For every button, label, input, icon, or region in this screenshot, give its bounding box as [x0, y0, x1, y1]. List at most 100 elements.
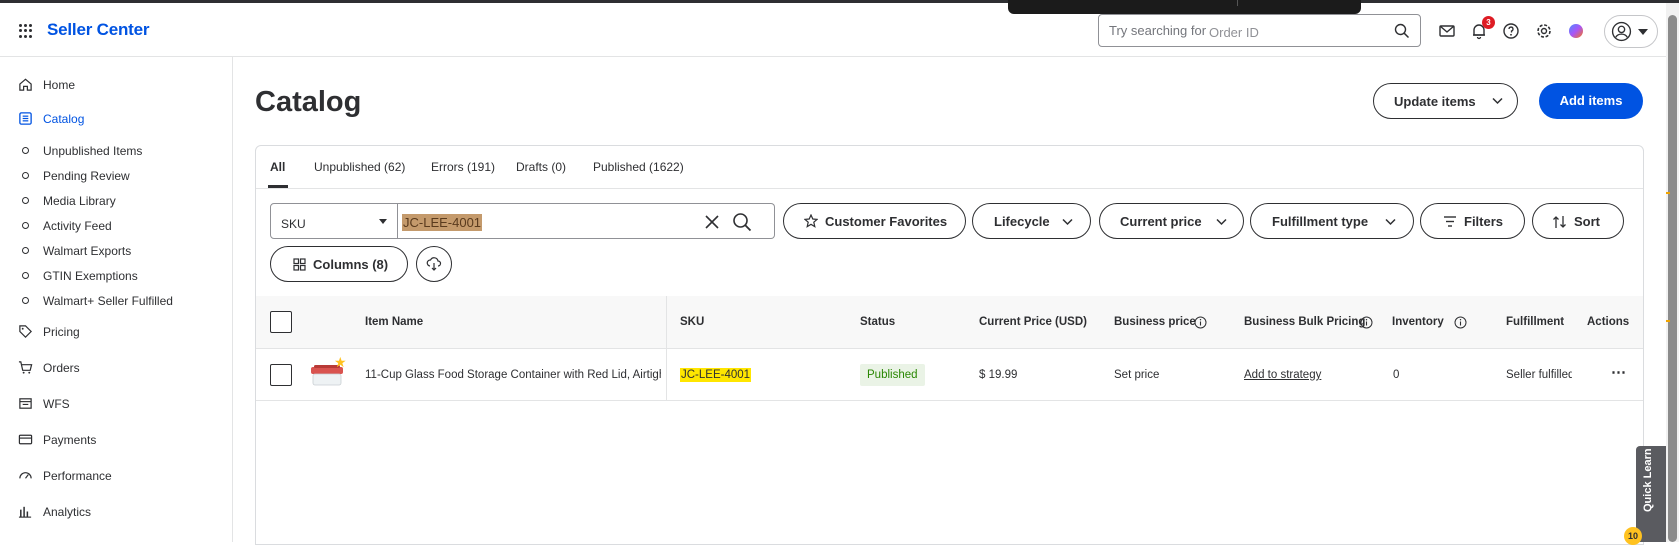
status-badge: Published: [860, 364, 925, 386]
sidebar-item-orders[interactable]: Orders: [0, 356, 233, 380]
column-header-current-price[interactable]: Current Price (USD): [979, 316, 1087, 328]
tab-all[interactable]: All: [270, 160, 285, 174]
chevron-down-icon: [1638, 29, 1648, 35]
sort-arrows-icon: [1553, 216, 1566, 228]
chevron-down-icon: [1216, 218, 1227, 226]
column-header-fulfillment[interactable]: Fulfillment: [1506, 316, 1572, 328]
column-header-bulk-pricing[interactable]: Business Bulk Pricing: [1244, 316, 1365, 328]
sidebar-item-performance[interactable]: Performance: [0, 464, 233, 488]
sidebar-item-label: Pricing: [43, 325, 80, 339]
search-icon[interactable]: [1394, 23, 1410, 39]
global-search-input[interactable]: Try searching for Order ID: [1098, 14, 1421, 47]
cart-icon: [18, 361, 33, 374]
sidebar-subitem-gtin-exemptions[interactable]: GTIN Exemptions: [0, 266, 233, 286]
scrollbar-thumb[interactable]: [1668, 15, 1677, 542]
quick-learn-tab[interactable]: Quick Learn: [1636, 446, 1666, 542]
tab-drafts[interactable]: Drafts (0): [516, 160, 566, 174]
sort-button[interactable]: Sort: [1532, 203, 1624, 239]
bullet-icon: [22, 247, 29, 254]
sidebar-subitem-walmart-exports[interactable]: Walmart Exports: [0, 241, 233, 261]
search-icon[interactable]: [732, 212, 752, 232]
sidebar-subitem-activity-feed[interactable]: Activity Feed: [0, 216, 233, 236]
sidebar-item-analytics[interactable]: Analytics: [0, 500, 233, 524]
warehouse-icon: [19, 398, 32, 409]
sidebar-item-pricing[interactable]: Pricing: [0, 320, 233, 344]
help-icon[interactable]: [1501, 21, 1521, 41]
customer-favorites-filter[interactable]: Customer Favorites: [783, 203, 966, 239]
chevron-down-icon: [1492, 97, 1503, 105]
mail-icon[interactable]: [1437, 21, 1457, 41]
page-scrollbar[interactable]: [1666, 3, 1679, 542]
sidebar-item-catalog[interactable]: Catalog: [0, 107, 233, 131]
bullet-icon: [22, 172, 29, 179]
fulfillment-type-filter[interactable]: Fulfillment type: [1250, 203, 1414, 239]
catalog-tabs: All Unpublished (62) Errors (191) Drafts…: [256, 146, 1643, 189]
column-header-actions: Actions: [1587, 316, 1630, 328]
search-prefix: Try searching for: [1109, 23, 1207, 38]
add-to-strategy-link[interactable]: Add to strategy: [1244, 369, 1321, 381]
favorite-star-icon: ★: [334, 354, 347, 370]
sidebar-item-label: Performance: [43, 469, 112, 483]
grid-columns-icon: [293, 258, 306, 271]
fulfillment-type-label: Fulfillment type: [1272, 214, 1369, 229]
info-icon[interactable]: [1360, 316, 1373, 329]
quick-learn-label: Quick Learn: [1642, 448, 1654, 512]
sidebar-subitem-label: Media Library: [43, 194, 116, 208]
add-items-button[interactable]: Add items: [1539, 83, 1643, 119]
info-icon[interactable]: [1194, 316, 1207, 329]
sku-search-input[interactable]: JC-LEE-4001: [397, 203, 775, 239]
sidebar-item-label: Catalog: [43, 112, 85, 126]
home-icon: [19, 78, 32, 91]
sidebar-subitem-walmart-plus[interactable]: Walmart+ Seller Fulfilled: [0, 291, 233, 311]
column-header-sku[interactable]: SKU: [680, 316, 704, 328]
download-button[interactable]: [416, 246, 452, 282]
sidebar-item-payments[interactable]: Payments: [0, 428, 233, 452]
columns-button[interactable]: Columns (8): [270, 246, 408, 282]
page-title: Catalog: [255, 86, 362, 118]
app-launcher-icon[interactable]: [19, 24, 33, 38]
select-all-checkbox[interactable]: [270, 311, 292, 333]
account-menu-button[interactable]: [1604, 15, 1658, 48]
quick-learn-badge[interactable]: 10: [1624, 527, 1642, 545]
bullet-icon: [22, 197, 29, 204]
tab-errors[interactable]: Errors (191): [431, 160, 495, 174]
gear-icon[interactable]: [1534, 21, 1554, 41]
filter-lines-icon: [1444, 216, 1456, 227]
column-header-inventory[interactable]: Inventory: [1392, 316, 1444, 328]
sidebar-item-wfs[interactable]: WFS: [0, 392, 233, 416]
sidebar-item-home[interactable]: Home: [0, 73, 233, 97]
business-price-cell[interactable]: Set price: [1114, 369, 1159, 381]
assistant-orb-icon[interactable]: [1566, 21, 1586, 41]
close-icon[interactable]: [703, 213, 721, 231]
sidebar-subitem-unpublished[interactable]: Unpublished Items: [0, 141, 233, 161]
info-icon[interactable]: [1454, 316, 1467, 329]
tab-published[interactable]: Published (1622): [593, 160, 684, 174]
item-name-cell[interactable]: 11-Cup Glass Food Storage Container with…: [365, 369, 661, 381]
search-field-value: SKU: [281, 217, 306, 231]
sidebar-item-label: Analytics: [43, 505, 92, 519]
catalog-icon: [19, 112, 32, 125]
sidebar-subitem-label: Activity Feed: [43, 219, 112, 233]
current-price-filter[interactable]: Current price: [1099, 203, 1244, 239]
row-actions-menu[interactable]: ⋯: [1611, 363, 1626, 381]
column-header-status[interactable]: Status: [860, 316, 895, 328]
brand-logo[interactable]: Seller Center: [47, 20, 149, 40]
sidebar-subitem-label: Walmart+ Seller Fulfilled: [43, 294, 173, 308]
bullet-icon: [22, 297, 29, 304]
sidebar-subitem-media-library[interactable]: Media Library: [0, 191, 233, 211]
table-row[interactable]: ★ 11-Cup Glass Food Storage Container wi…: [256, 349, 1643, 401]
card-icon: [18, 434, 33, 445]
sidebar-subitem-label: Unpublished Items: [43, 144, 143, 158]
row-checkbox[interactable]: [270, 364, 292, 386]
sidebar-subitem-pending-review[interactable]: Pending Review: [0, 166, 233, 186]
tab-unpublished[interactable]: Unpublished (62): [314, 160, 405, 174]
overlay-toolbar: [1008, 0, 1361, 14]
table-header: Item Name SKU Status Current Price (USD)…: [256, 296, 1643, 349]
update-items-button[interactable]: Update items: [1373, 83, 1518, 119]
lifecycle-filter[interactable]: Lifecycle: [972, 203, 1091, 239]
search-field-select[interactable]: SKU: [270, 203, 398, 239]
column-header-item-name[interactable]: Item Name: [365, 316, 423, 328]
avatar-icon: [1611, 21, 1632, 42]
filters-button[interactable]: Filters: [1420, 203, 1525, 239]
column-header-business-price[interactable]: Business price: [1114, 316, 1196, 328]
